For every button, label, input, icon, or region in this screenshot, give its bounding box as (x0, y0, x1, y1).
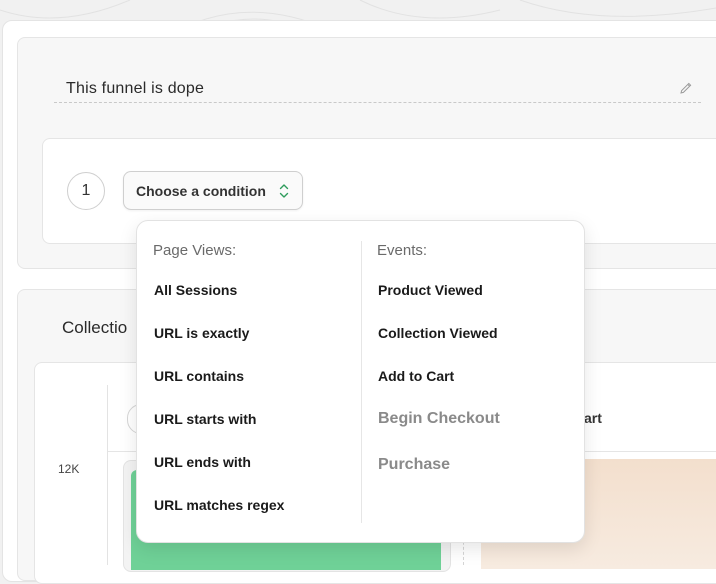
funnel-title-row[interactable]: This funnel is dope (54, 76, 701, 103)
menu-item-all-sessions[interactable]: All Sessions (154, 282, 237, 298)
menu-item-begin-checkout: Begin Checkout (378, 410, 500, 427)
menu-item-url-matches-regex[interactable]: URL matches regex (154, 497, 284, 513)
step-number-badge: 1 (67, 172, 105, 210)
menu-item-url-contains[interactable]: URL contains (154, 368, 244, 384)
menu-item-url-ends-with[interactable]: URL ends with (154, 454, 251, 470)
events-heading: Events: (377, 242, 428, 259)
menu-item-url-is-exactly[interactable]: URL is exactly (154, 325, 249, 341)
condition-dropdown-menu: Page Views: Events: All Sessions URL is … (136, 220, 585, 543)
menu-item-purchase: Purchase (378, 456, 451, 473)
menu-item-product-viewed[interactable]: Product Viewed (378, 282, 483, 298)
results-section-title: Collectio (62, 318, 128, 337)
condition-select[interactable]: Choose a condition (123, 171, 303, 210)
y-axis-tick-label: 12K (58, 462, 80, 476)
funnel-title[interactable]: This funnel is dope (66, 80, 204, 98)
menu-item-add-to-cart[interactable]: Add to Cart (378, 368, 454, 384)
dropdown-column-divider (361, 241, 362, 523)
menu-item-url-starts-with[interactable]: URL starts with (154, 411, 256, 427)
y-axis-line (107, 385, 108, 565)
pencil-icon[interactable] (679, 81, 693, 95)
condition-select-label: Choose a condition (136, 182, 266, 199)
chevron-up-down-icon (279, 184, 289, 198)
menu-item-collection-viewed[interactable]: Collection Viewed (378, 325, 498, 341)
page-views-heading: Page Views: (153, 242, 237, 259)
column-2-label: art (584, 410, 602, 426)
